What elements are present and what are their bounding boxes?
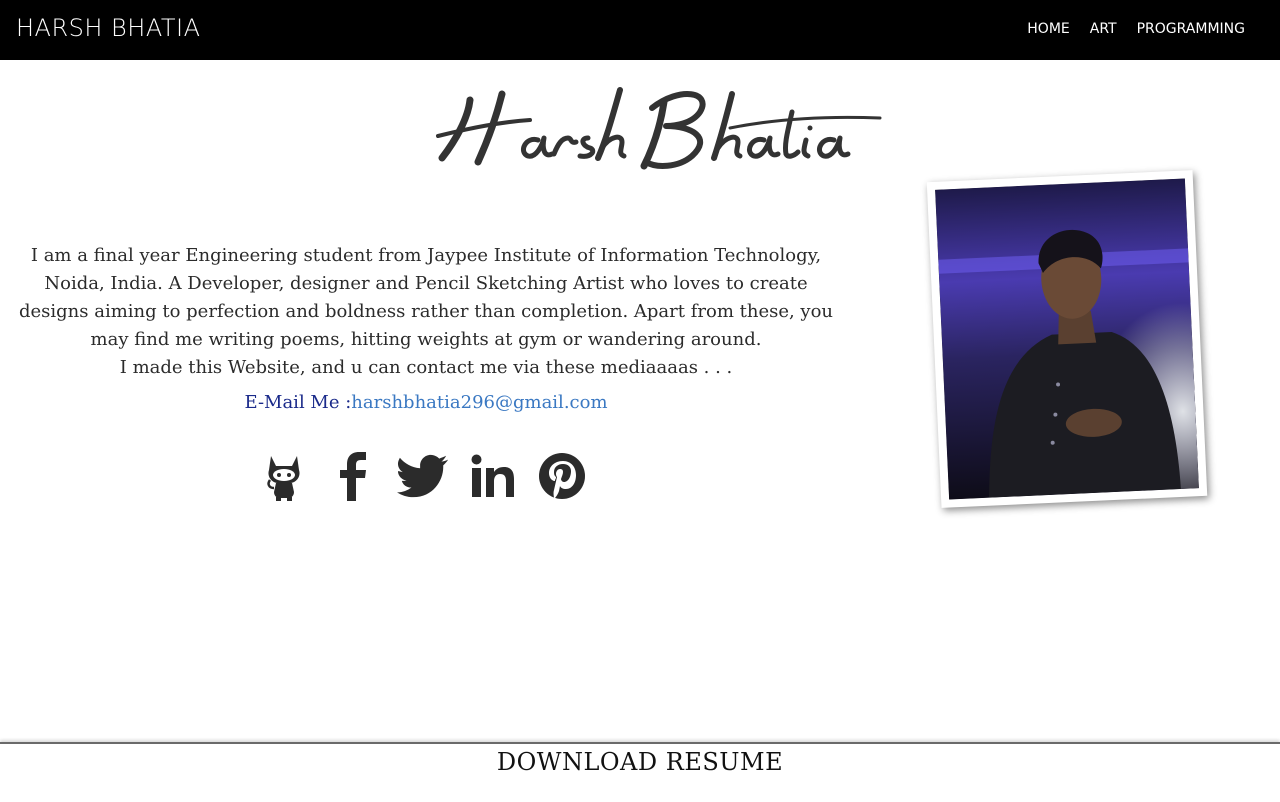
bio-contact-line: I made this Website, and u can contact m… [119, 357, 733, 378]
bio-section: I am a final year Engineering student fr… [10, 242, 842, 382]
twitter-icon[interactable] [397, 448, 449, 504]
download-resume-link[interactable]: DOWNLOAD RESUME [0, 748, 1280, 776]
email-row: E-Mail Me :harshbhatia296@gmail.com [10, 392, 842, 413]
github-icon[interactable] [258, 448, 310, 504]
nav-home-link[interactable]: HOME [1027, 21, 1069, 37]
linkedin-icon[interactable] [467, 448, 519, 504]
facebook-icon[interactable] [328, 448, 380, 504]
bio-paragraph: I am a final year Engineering student fr… [18, 245, 834, 350]
nav-links: HOME ART PROGRAMMING [1027, 21, 1245, 37]
email-label: E-Mail Me : [244, 392, 352, 413]
footer-bar: DOWNLOAD RESUME [0, 742, 1280, 802]
signature-logo [436, 87, 882, 170]
brand-link[interactable]: HARSH BHATIA [16, 14, 201, 42]
social-icons [258, 446, 588, 506]
nav-art-link[interactable]: ART [1090, 21, 1117, 37]
profile-photo [935, 178, 1199, 500]
top-navbar: HARSH BHATIA HOME ART PROGRAMMING [0, 0, 1280, 60]
profile-photo-frame [926, 170, 1208, 508]
email-link[interactable]: harshbhatia296@gmail.com [351, 392, 607, 413]
pinterest-icon[interactable] [537, 448, 589, 504]
nav-programming-link[interactable]: PROGRAMMING [1137, 21, 1245, 37]
